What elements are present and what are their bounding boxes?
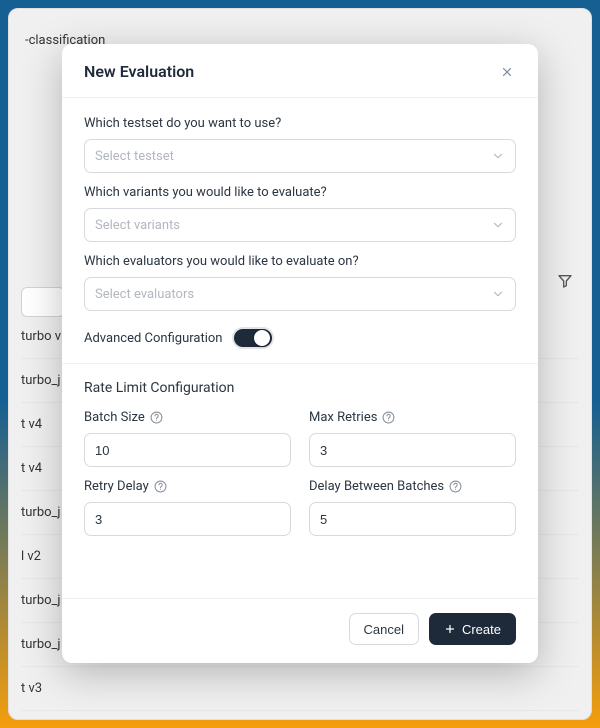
max-retries-input[interactable]	[309, 433, 516, 467]
cancel-label: Cancel	[364, 622, 404, 637]
close-button[interactable]	[498, 63, 516, 81]
chevron-down-icon	[491, 149, 505, 163]
rate-limit-heading: Rate Limit Configuration	[84, 380, 516, 396]
chevron-down-icon	[491, 218, 505, 232]
batch-size-input[interactable]	[84, 433, 291, 467]
advanced-config-label: Advanced Configuration	[84, 331, 222, 346]
help-icon[interactable]	[150, 411, 163, 424]
testset-label: Which testset do you want to use?	[84, 116, 516, 131]
max-retries-field: Max Retries	[309, 410, 516, 467]
help-icon[interactable]	[154, 480, 167, 493]
testset-placeholder: Select testset	[95, 149, 174, 164]
help-icon[interactable]	[449, 480, 462, 493]
evaluators-select[interactable]: Select evaluators	[84, 277, 516, 311]
delay-between-batches-label-row: Delay Between Batches	[309, 479, 516, 494]
close-icon	[500, 65, 514, 79]
modal-footer: Cancel Create	[62, 598, 538, 663]
evaluators-placeholder: Select evaluators	[95, 287, 194, 302]
modal-overlay: New Evaluation Which testset do you want…	[0, 0, 600, 728]
modal-body: Which testset do you want to use? Select…	[62, 98, 538, 542]
variants-field: Which variants you would like to evaluat…	[84, 185, 516, 242]
modal-header: New Evaluation	[62, 44, 538, 98]
retry-delay-input[interactable]	[84, 502, 291, 536]
advanced-config-row: Advanced Configuration	[84, 323, 516, 359]
rate-limit-grid: Batch Size Max Retries Retry Delay	[84, 410, 516, 536]
batch-size-label-row: Batch Size	[84, 410, 291, 425]
delay-between-batches-field: Delay Between Batches	[309, 479, 516, 536]
batch-size-label: Batch Size	[84, 410, 145, 425]
testset-field: Which testset do you want to use? Select…	[84, 116, 516, 173]
advanced-config-toggle[interactable]	[232, 327, 274, 349]
batch-size-field: Batch Size	[84, 410, 291, 467]
variants-select[interactable]: Select variants	[84, 208, 516, 242]
create-label: Create	[462, 622, 501, 637]
evaluators-field: Which evaluators you would like to evalu…	[84, 254, 516, 311]
variants-label: Which variants you would like to evaluat…	[84, 185, 516, 200]
plus-icon	[444, 623, 456, 635]
new-evaluation-modal: New Evaluation Which testset do you want…	[62, 44, 538, 663]
testset-select[interactable]: Select testset	[84, 139, 516, 173]
modal-title: New Evaluation	[84, 62, 194, 81]
create-button[interactable]: Create	[429, 613, 516, 645]
chevron-down-icon	[491, 287, 505, 301]
retry-delay-field: Retry Delay	[84, 479, 291, 536]
variants-placeholder: Select variants	[95, 218, 180, 233]
toggle-knob	[254, 330, 270, 346]
divider	[62, 363, 538, 364]
retry-delay-label: Retry Delay	[84, 479, 149, 494]
evaluators-label: Which evaluators you would like to evalu…	[84, 254, 516, 269]
delay-between-batches-label: Delay Between Batches	[309, 479, 444, 494]
retry-delay-label-row: Retry Delay	[84, 479, 291, 494]
cancel-button[interactable]: Cancel	[349, 613, 419, 645]
max-retries-label-row: Max Retries	[309, 410, 516, 425]
delay-between-batches-input[interactable]	[309, 502, 516, 536]
max-retries-label: Max Retries	[309, 410, 377, 425]
help-icon[interactable]	[382, 411, 395, 424]
